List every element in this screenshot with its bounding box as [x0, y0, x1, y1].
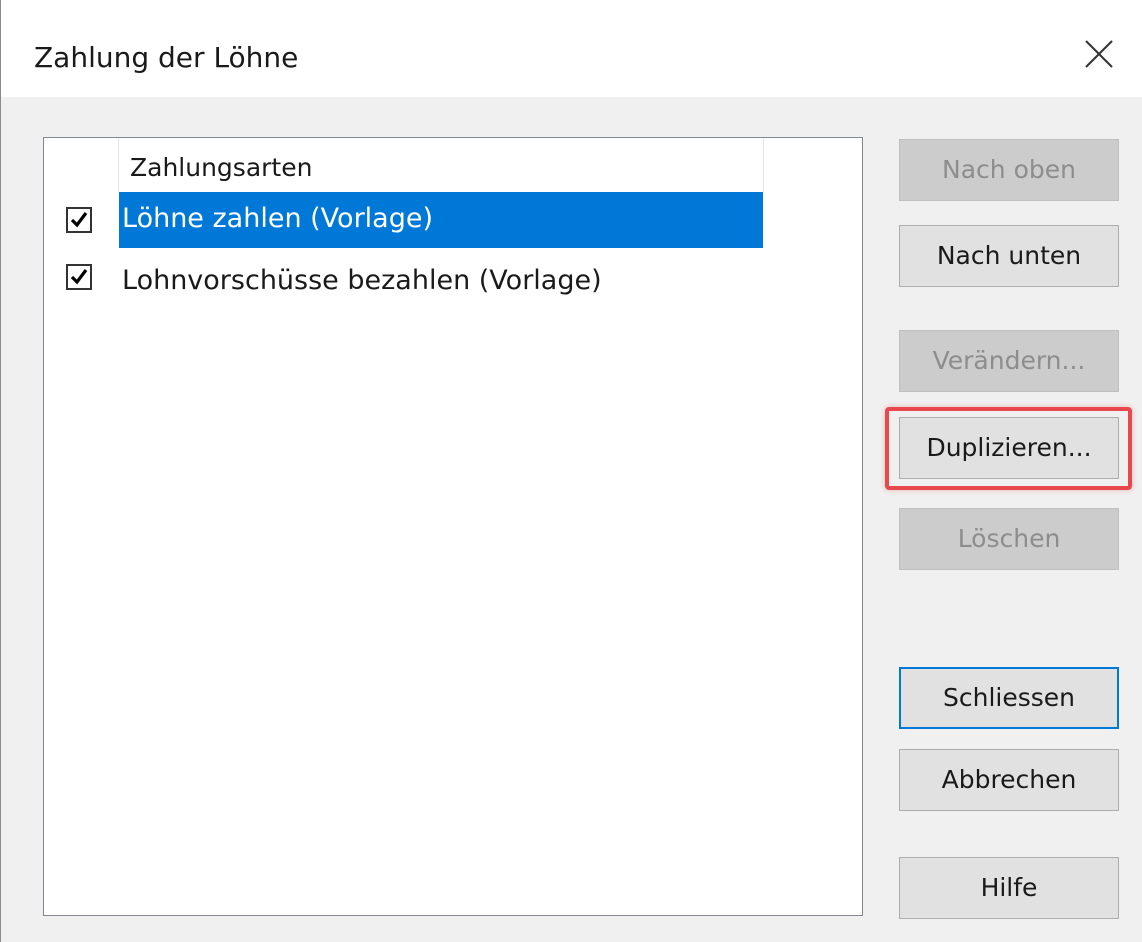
help-button[interactable]: Hilfe [899, 857, 1119, 919]
move-up-button[interactable]: Nach oben [899, 139, 1119, 201]
list-item-checkbox[interactable] [66, 207, 92, 233]
checkmark-icon [70, 269, 88, 285]
column-header-zahlungsarten[interactable]: Zahlungsarten [130, 148, 312, 188]
close-icon [1085, 40, 1113, 68]
edit-button[interactable]: Verändern... [899, 330, 1119, 392]
duplicate-button[interactable]: Duplizieren... [899, 417, 1119, 479]
column-divider [118, 138, 119, 192]
payment-types-list[interactable]: Zahlungsarten Löhne zahlen (Vorlage) Loh… [43, 137, 863, 916]
list-item-label: Lohnvorschüsse bezahlen (Vorlage) [122, 265, 602, 296]
list-item[interactable]: Lohnvorschüsse bezahlen (Vorlage) [44, 249, 862, 303]
close-button[interactable] [1067, 22, 1131, 86]
list-item-label: Löhne zahlen (Vorlage) [122, 203, 434, 234]
move-down-button[interactable]: Nach unten [899, 225, 1119, 287]
close-dialog-button[interactable]: Schliessen [899, 667, 1119, 729]
list-item[interactable]: Löhne zahlen (Vorlage) [44, 192, 862, 248]
dialog-window: Zahlung der Löhne Zahlungsarten Löhne za… [0, 0, 1142, 942]
delete-button[interactable]: Löschen [899, 508, 1119, 570]
cancel-button[interactable]: Abbrechen [899, 749, 1119, 811]
column-divider [763, 138, 764, 192]
list-item-checkbox[interactable] [66, 264, 92, 290]
title-bar: Zahlung der Löhne [1, 0, 1142, 97]
checkmark-icon [70, 212, 88, 228]
dialog-title: Zahlung der Löhne [34, 41, 299, 74]
